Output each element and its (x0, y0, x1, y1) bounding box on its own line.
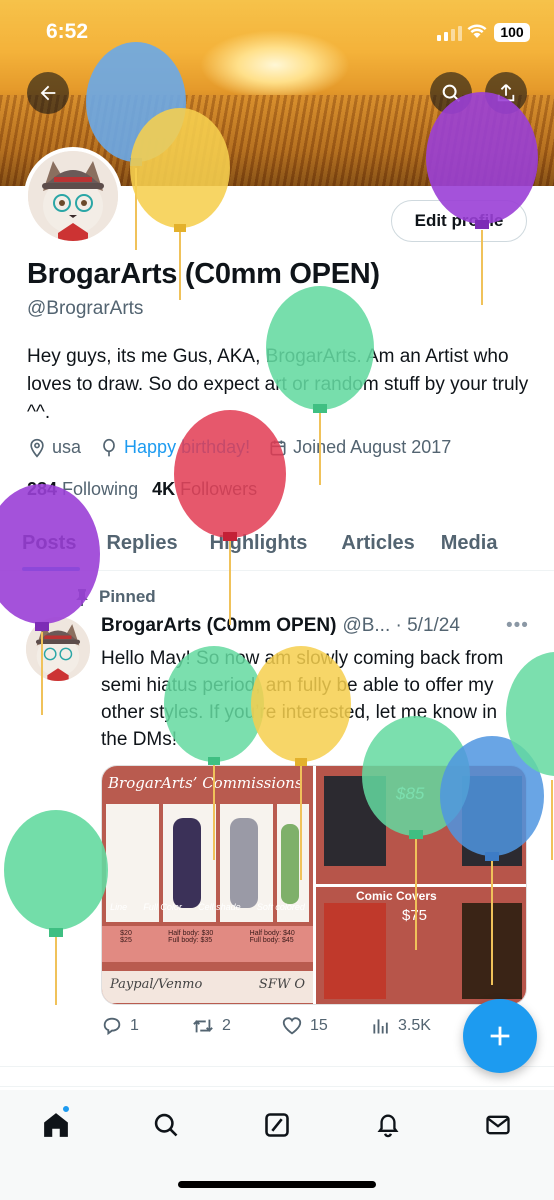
home-notification-dot (61, 1104, 71, 1114)
share-icon (497, 84, 515, 102)
repost-icon (193, 1019, 213, 1033)
battery-indicator: 100 (494, 23, 530, 42)
compose-button[interactable] (463, 999, 537, 1073)
pinned-indicator: Pinned (75, 587, 156, 607)
explore-icon (154, 1113, 178, 1137)
location-icon (30, 438, 44, 458)
reply-icon (103, 1017, 121, 1036)
status-bar: 6:52 100 (0, 0, 554, 64)
more-options-icon[interactable]: ••• (506, 615, 529, 637)
profile-handle: @BrograrArts (27, 298, 144, 319)
commission-title: BrogarArts’ Commissions (108, 774, 303, 792)
profile-bio: Hey guys, its me Gus, AKA, BrogarArts. A… (27, 346, 529, 423)
following-link[interactable]: 284 Following (27, 479, 138, 500)
messages-icon (486, 1115, 510, 1135)
comic-covers-sample[interactable]: Comic Covers $75 (316, 886, 526, 1004)
avatar-cat-artwork (26, 617, 90, 681)
profile-meta: usa Happy birthday! Joined August 2017 (27, 437, 469, 458)
views-count: 3.5K (398, 1017, 431, 1034)
balloon-green-left (4, 810, 108, 1005)
location-text: usa (52, 437, 82, 457)
post-header: BrogarArts (C0mm OPEN) @B... · 5/1/24 ••… (101, 615, 531, 637)
post-text: Hello May! So now am slowly coming back … (101, 648, 504, 750)
tab-articles[interactable]: Articles (319, 515, 426, 571)
tab-posts[interactable]: Posts (0, 515, 90, 571)
home-indicator[interactable] (178, 1181, 376, 1188)
birthday-item[interactable]: Happy birthday! (99, 437, 250, 458)
profile-tabs: Posts Replies Highlights Articles Media (0, 515, 554, 571)
avatar-cat-artwork (28, 151, 118, 241)
profile-avatar[interactable] (24, 147, 122, 245)
like-button[interactable]: 15 (281, 1015, 371, 1037)
balloon-icon (103, 438, 115, 456)
reply-button[interactable]: 1 (101, 1015, 191, 1037)
reply-count: 1 (130, 1017, 139, 1034)
notifications-icon (377, 1114, 399, 1138)
nav-home[interactable] (39, 1104, 73, 1142)
nav-explore[interactable] (149, 1108, 183, 1142)
wifi-icon (467, 24, 487, 38)
back-arrow-icon (40, 85, 56, 101)
price-table: $20 $25 Half body: $30 Full body: $35 Half… (102, 926, 313, 962)
views-icon (373, 1019, 388, 1034)
home-icon (44, 1113, 68, 1137)
calendar-icon (270, 440, 286, 455)
location-item: usa (27, 437, 81, 458)
tab-replies[interactable]: Replies (90, 515, 189, 571)
search-button[interactable] (430, 72, 472, 114)
birthday-link[interactable]: Happy birthday! (124, 437, 250, 458)
post-divider (0, 1066, 554, 1067)
nav-grok[interactable] (260, 1108, 294, 1142)
cellular-signal-icon (437, 26, 462, 41)
pinned-label: Pinned (99, 587, 156, 606)
like-icon (282, 1017, 302, 1035)
commission-samples-grid: $85 Comic Covers $75 (316, 766, 526, 1004)
joined-item: Joined August 2017 (268, 437, 451, 458)
share-button[interactable] (485, 72, 527, 114)
edit-profile-button[interactable]: Edit profile (391, 200, 527, 242)
pin-icon (76, 589, 88, 606)
post-handle-date[interactable]: @B... · 5/1/24 (342, 615, 460, 637)
profile-display-name: BrogarArts (C0mm OPEN) (27, 258, 380, 290)
repost-button[interactable]: 2 (191, 1015, 281, 1037)
post-author-name[interactable]: BrogarArts (C0mm OPEN) (101, 615, 336, 637)
follow-stats: 284 Following 4K Followers (27, 479, 257, 500)
post-media[interactable]: BrogarArts’ Commissions Line Full Color Ce… (101, 765, 527, 1005)
back-button[interactable] (27, 72, 69, 114)
repost-count: 2 (222, 1017, 231, 1034)
compose-plus-icon (490, 1026, 510, 1046)
grok-icon (265, 1113, 289, 1137)
nav-notifications[interactable] (371, 1108, 405, 1142)
nav-messages[interactable] (481, 1108, 515, 1142)
followers-link[interactable]: 4K Followers (152, 479, 257, 500)
comic-page-sample[interactable]: $85 (316, 766, 526, 884)
status-time: 6:52 (46, 20, 89, 43)
post-author-avatar[interactable] (26, 617, 90, 681)
tab-media[interactable]: Media (427, 515, 510, 571)
post-actions: 1 2 15 3.5K (101, 1015, 521, 1037)
search-icon (442, 84, 460, 102)
joined-text: Joined August 2017 (293, 437, 452, 457)
commission-sheet-image[interactable]: BrogarArts’ Commissions Line Full Color Ce… (102, 766, 313, 1004)
tab-highlights[interactable]: Highlights (190, 515, 320, 571)
like-count: 15 (310, 1017, 328, 1034)
views-button[interactable]: 3.5K (371, 1015, 461, 1037)
nav-divider (0, 1086, 554, 1087)
